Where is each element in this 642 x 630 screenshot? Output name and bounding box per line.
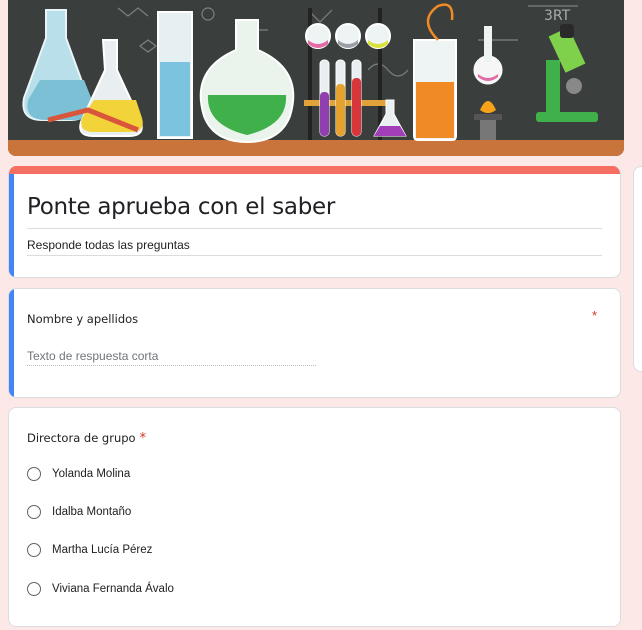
question-card-name: Nombre y apellidos * xyxy=(8,288,621,398)
svg-text:3RT: 3RT xyxy=(544,8,571,24)
radio-button[interactable] xyxy=(27,505,41,519)
required-asterisk: * xyxy=(139,431,147,446)
radio-option[interactable]: Martha Lucía Pérez xyxy=(27,540,152,560)
question-title: Nombre y apellidos xyxy=(27,312,139,326)
required-asterisk: * xyxy=(592,308,598,323)
form-title: Ponte aprueba con el saber xyxy=(27,194,336,220)
floating-toolbar[interactable] xyxy=(633,166,642,372)
focus-indicator xyxy=(9,289,14,397)
radio-option[interactable]: Viviana Fernanda Ávalo xyxy=(27,579,174,599)
option-label: Yolanda Molina xyxy=(52,468,131,480)
title-divider xyxy=(27,228,602,229)
radio-button[interactable] xyxy=(27,467,41,481)
question-card-directora: Directora de grupo * Yolanda Molina Idalb… xyxy=(8,407,621,627)
accent-bar xyxy=(9,166,620,174)
option-label: Idalba Montaño xyxy=(52,506,132,518)
radio-option[interactable]: Yolanda Molina xyxy=(27,464,130,484)
option-label: Martha Lucía Pérez xyxy=(52,544,153,556)
radio-option[interactable]: Idalba Montaño xyxy=(27,502,131,522)
form-header-card: Ponte aprueba con el saber Responde toda… xyxy=(8,166,621,278)
header-image: 3RT xyxy=(8,0,624,156)
radio-button[interactable] xyxy=(27,582,41,596)
description-divider xyxy=(27,255,602,256)
form-description: Responde todas las preguntas xyxy=(27,238,190,252)
question-title-text: Directora de grupo xyxy=(27,431,136,445)
option-label: Viviana Fernanda Ávalo xyxy=(52,583,174,595)
question-title: Directora de grupo * xyxy=(27,431,146,446)
radio-button[interactable] xyxy=(27,543,41,557)
short-answer-input[interactable] xyxy=(27,347,316,366)
focus-indicator xyxy=(9,174,14,277)
science-lab-illustration: 3RT xyxy=(8,0,624,156)
